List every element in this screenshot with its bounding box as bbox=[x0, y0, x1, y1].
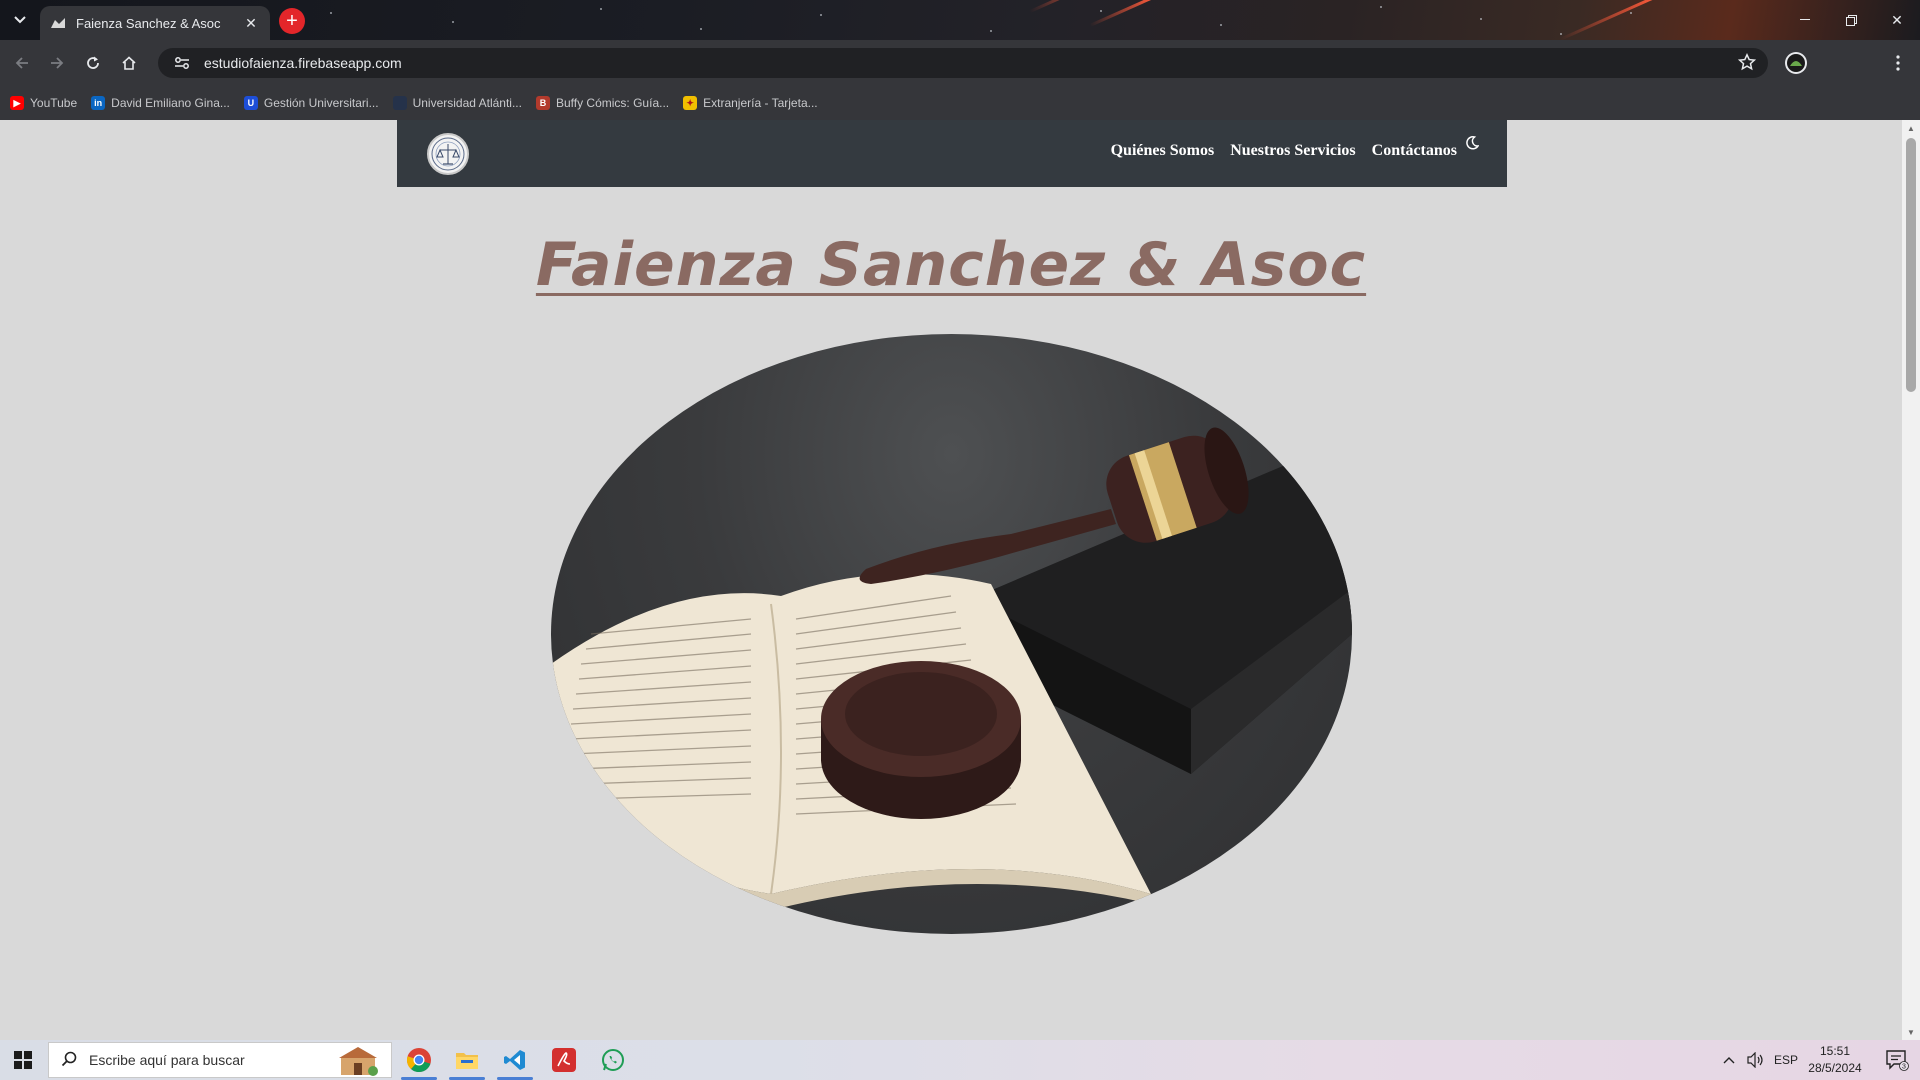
scroll-up-arrow-icon[interactable]: ▲ bbox=[1902, 120, 1920, 136]
linkedin-icon: in bbox=[91, 96, 106, 110]
windows-start-icon[interactable] bbox=[0, 1040, 46, 1080]
site-info-icon[interactable] bbox=[170, 51, 194, 75]
address-text: estudiofaienza.firebaseapp.com bbox=[204, 55, 402, 71]
profile-avatar[interactable] bbox=[1781, 48, 1811, 78]
nav-links: Quiénes Somos Nuestros Servicios Contáct… bbox=[1111, 142, 1457, 160]
language-indicator[interactable]: ESP bbox=[1772, 1040, 1800, 1080]
search-highlight-illustration-icon bbox=[335, 1045, 381, 1077]
acrobat-icon[interactable] bbox=[540, 1040, 588, 1080]
chrome-menu-icon[interactable] bbox=[1883, 48, 1913, 78]
site-navbar: Quiénes Somos Nuestros Servicios Contáct… bbox=[397, 120, 1507, 187]
address-bar[interactable]: estudiofaienza.firebaseapp.com bbox=[158, 48, 1768, 78]
bookmark-extranjeria[interactable]: ✦ Extranjería - Tarjeta... bbox=[683, 96, 818, 110]
restore-button[interactable] bbox=[1828, 0, 1874, 40]
nav-link-quienes-somos[interactable]: Quiénes Somos bbox=[1111, 142, 1215, 160]
web-page: Quiénes Somos Nuestros Servicios Contáct… bbox=[0, 120, 1902, 1040]
system-clock[interactable]: 15:51 28/5/2024 bbox=[1800, 1043, 1870, 1077]
nav-link-contactanos[interactable]: Contáctanos bbox=[1372, 142, 1457, 160]
bookmark-star-icon[interactable] bbox=[1737, 52, 1757, 74]
tab-close-icon[interactable]: ✕ bbox=[242, 14, 260, 32]
minimize-button[interactable] bbox=[1782, 0, 1828, 40]
bookmarks-bar: ▶ YouTube in David Emiliano Gina... U Ge… bbox=[0, 86, 1920, 120]
browser-tab-active[interactable]: Faienza Sanchez & Asoc ✕ bbox=[40, 6, 270, 40]
whatsapp-icon[interactable] bbox=[589, 1040, 637, 1080]
bookmark-youtube[interactable]: ▶ YouTube bbox=[10, 96, 77, 110]
search-icon bbox=[61, 1051, 77, 1070]
show-hidden-icons-chevron-icon[interactable] bbox=[1718, 1040, 1740, 1080]
taskbar-search-input[interactable]: Escribe aquí para buscar bbox=[48, 1042, 392, 1078]
buffy-icon: B bbox=[535, 96, 550, 110]
university-icon: U bbox=[243, 96, 258, 110]
spain-icon: ✦ bbox=[683, 96, 698, 110]
bookmark-universidad-atlantida[interactable]: Universidad Atlánti... bbox=[392, 96, 522, 110]
hero-title: Faienza Sanchez & Asoc bbox=[535, 230, 1367, 300]
windows-taskbar: Escribe aquí para buscar ESP 15:51 28/5/… bbox=[0, 1040, 1920, 1080]
chrome-icon[interactable] bbox=[395, 1040, 443, 1080]
home-icon[interactable] bbox=[114, 48, 144, 78]
bookmark-linkedin[interactable]: in David Emiliano Gina... bbox=[91, 96, 230, 110]
tab-search-button[interactable] bbox=[8, 8, 32, 32]
nav-link-nuestros-servicios[interactable]: Nuestros Servicios bbox=[1230, 142, 1355, 160]
atlantida-icon bbox=[392, 96, 407, 110]
clock-date: 28/5/2024 bbox=[1808, 1061, 1862, 1075]
search-placeholder: Escribe aquí para buscar bbox=[89, 1052, 245, 1068]
reload-icon[interactable] bbox=[78, 48, 108, 78]
notification-count: 3 bbox=[1902, 1064, 1906, 1071]
bookmark-buffy-comics[interactable]: B Buffy Cómics: Guía... bbox=[535, 96, 669, 110]
forward-arrow-icon[interactable] bbox=[42, 48, 72, 78]
moon-icon[interactable] bbox=[1465, 136, 1480, 154]
file-explorer-icon[interactable] bbox=[443, 1040, 491, 1080]
scales-favicon-icon bbox=[50, 15, 66, 31]
vscode-icon[interactable] bbox=[491, 1040, 539, 1080]
bookmark-gestion-universitaria[interactable]: U Gestión Universitari... bbox=[243, 96, 379, 110]
gavel-on-law-book-image bbox=[551, 334, 1352, 934]
firm-logo[interactable] bbox=[427, 133, 469, 175]
browser-tab-strip: Faienza Sanchez & Asoc ✕ + ✕ bbox=[0, 0, 1920, 40]
youtube-icon: ▶ bbox=[10, 96, 24, 110]
volume-icon[interactable] bbox=[1742, 1040, 1770, 1080]
page-scrollbar[interactable]: ▲ ▼ bbox=[1902, 120, 1920, 1040]
scrollbar-thumb[interactable] bbox=[1906, 138, 1916, 392]
back-arrow-icon[interactable] bbox=[7, 48, 37, 78]
notification-center-icon[interactable]: 3 bbox=[1874, 1040, 1920, 1080]
clock-time: 15:51 bbox=[1819, 1044, 1851, 1058]
new-tab-button[interactable]: + bbox=[279, 8, 305, 34]
scroll-down-arrow-icon[interactable]: ▼ bbox=[1902, 1024, 1920, 1040]
close-window-button[interactable]: ✕ bbox=[1874, 0, 1920, 40]
tab-title: Faienza Sanchez & Asoc bbox=[76, 15, 221, 31]
